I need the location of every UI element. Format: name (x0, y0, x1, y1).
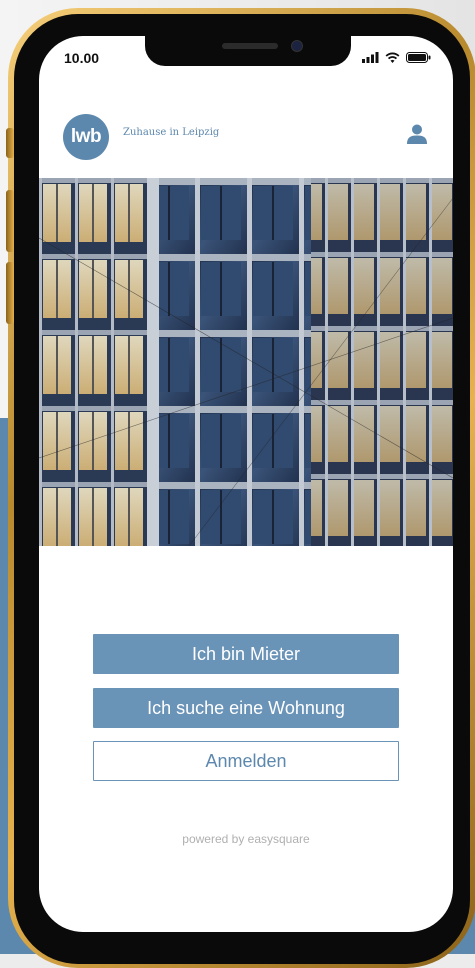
app-screen: 10.00 lwb Zuhause in Leipzig Ich bin Mie… (39, 36, 453, 932)
phone-volume-up (6, 190, 14, 252)
status-time: 10.00 (64, 50, 100, 66)
powered-by-text: powered by easysquare (182, 832, 310, 846)
signal-icon (362, 52, 379, 63)
front-camera (291, 40, 303, 52)
speaker-grille (222, 43, 278, 49)
hero-building-image (39, 178, 453, 546)
tenant-button[interactable]: Ich bin Mieter (93, 634, 399, 674)
phone-volume-down (6, 262, 14, 324)
wifi-icon (385, 52, 400, 63)
phone-mute-switch (6, 128, 14, 158)
status-icons (362, 52, 431, 63)
login-button[interactable]: Anmelden (93, 741, 399, 781)
tagline: Zuhause in Leipzig (123, 127, 220, 138)
logo-text: lwb (70, 126, 102, 147)
user-icon[interactable] (406, 123, 428, 145)
battery-icon (406, 52, 431, 63)
lwb-logo[interactable]: lwb (63, 114, 109, 160)
phone-notch (145, 36, 351, 66)
search-apartment-button[interactable]: Ich suche eine Wohnung (93, 688, 399, 728)
